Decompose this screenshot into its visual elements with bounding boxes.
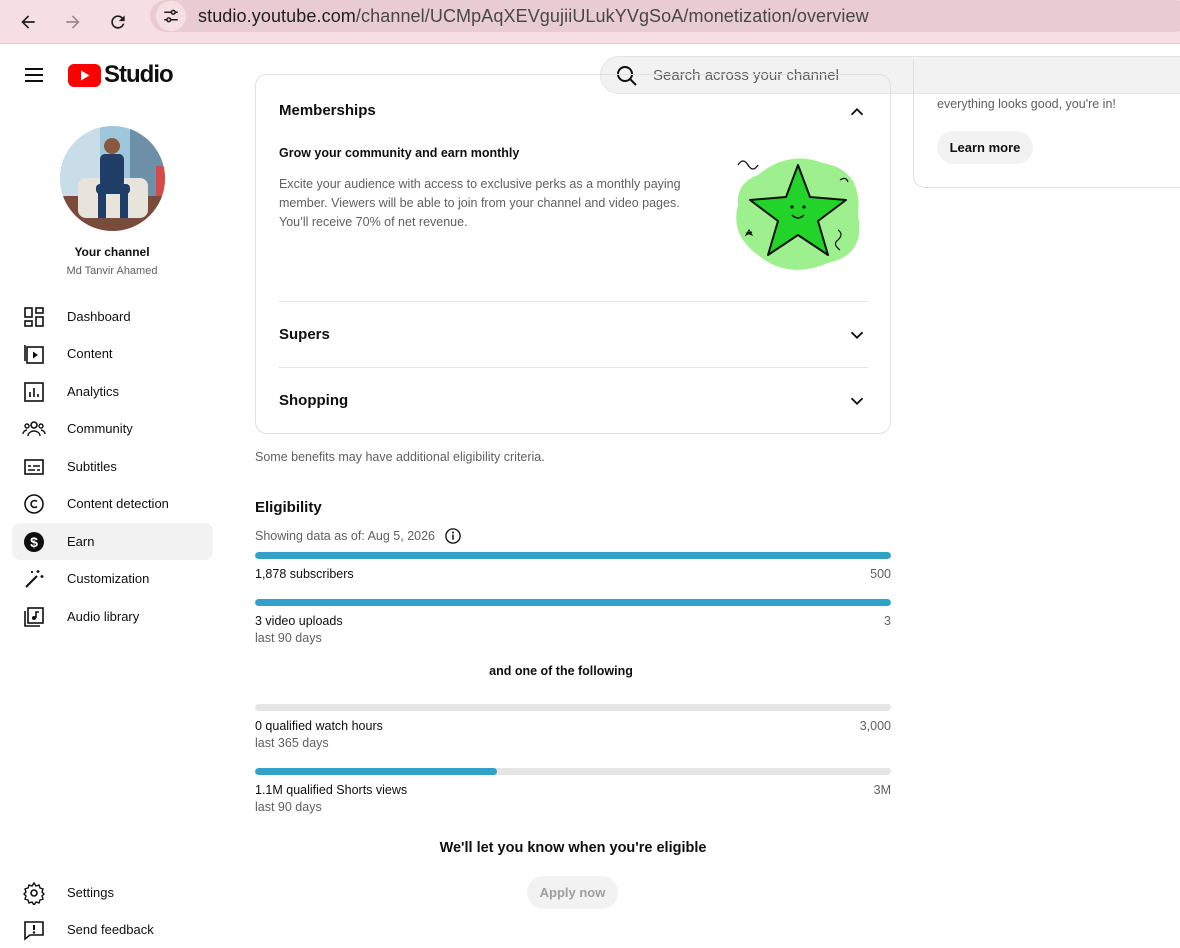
- memberships-description: Excite your audience with access to excl…: [279, 177, 681, 229]
- chevron-down-icon[interactable]: [846, 390, 868, 412]
- supers-title[interactable]: Supers: [279, 326, 330, 343]
- sidebar-item-community[interactable]: Community: [12, 410, 213, 447]
- svg-text:$: $: [30, 534, 38, 550]
- uploads-target: 3: [884, 614, 891, 628]
- sidebar-item-settings[interactable]: Settings: [12, 874, 213, 911]
- shorts-views-period: last 90 days: [255, 800, 322, 814]
- sidebar-item-subtitles[interactable]: Subtitles: [12, 448, 213, 485]
- eligibility-note: Some benefits may have additional eligib…: [255, 450, 545, 464]
- divider: [279, 367, 868, 368]
- memberships-title[interactable]: Memberships: [279, 102, 376, 119]
- shopping-title[interactable]: Shopping: [279, 392, 348, 409]
- browser-toolbar: studio.youtube.com/channel/UCMpAqXEVguji…: [0, 0, 1180, 44]
- memberships-subtitle: Grow your community and earn monthly: [279, 146, 520, 160]
- gear-icon: [23, 881, 45, 905]
- subscribers-progress: [255, 552, 891, 559]
- eligibility-title: Eligibility: [255, 499, 322, 516]
- or-requirement-text: and one of the following: [489, 664, 633, 678]
- progress-fill: [255, 599, 891, 606]
- dashboard-icon: [24, 307, 44, 327]
- info-side-card: everything looks good, you're in! Learn …: [913, 60, 1180, 188]
- chevron-down-icon[interactable]: [846, 324, 868, 346]
- community-icon: [22, 421, 46, 437]
- analytics-icon: [24, 382, 44, 402]
- sidebar-item-send-feedback[interactable]: Send feedback: [12, 911, 213, 948]
- sidebar-item-earn[interactable]: $ Earn: [12, 523, 213, 560]
- sidebar-item-content[interactable]: Content: [12, 335, 213, 372]
- content-icon: [24, 345, 44, 364]
- subtitles-icon: [24, 459, 44, 475]
- hamburger-icon: [25, 68, 43, 82]
- sidebar: Your channel Md Tanvir Ahamed Dashboard …: [0, 104, 225, 948]
- chevron-up-icon[interactable]: [846, 101, 868, 123]
- watch-hours-period: last 365 days: [255, 736, 329, 750]
- learn-more-button[interactable]: Learn more: [937, 131, 1033, 164]
- info-text: everything looks good, you're in!: [937, 97, 1116, 111]
- dollar-icon: $: [24, 532, 44, 552]
- feedback-icon: [24, 921, 44, 941]
- shorts-views-label: 1.1M qualified Shorts views: [255, 783, 408, 797]
- arrow-left-icon: [21, 15, 35, 29]
- subscribers-label: 1,878 subscribers: [255, 567, 354, 581]
- avatar[interactable]: [60, 126, 165, 231]
- audio-library-icon: [24, 607, 44, 627]
- watch-hours-progress: [255, 704, 891, 711]
- watch-hours-label: 0 qualified watch hours: [255, 719, 383, 733]
- magic-wand-icon: [25, 570, 44, 588]
- data-as-of: Showing data as of: Aug 5, 2026: [255, 527, 462, 545]
- sidebar-item-dashboard[interactable]: Dashboard: [12, 298, 213, 335]
- studio-logo[interactable]: Studio: [68, 61, 174, 89]
- uploads-label: 3 video uploads: [255, 614, 343, 628]
- forward-button[interactable]: [57, 6, 89, 38]
- benefits-card: Memberships Grow your community and earn…: [255, 74, 891, 434]
- watch-hours-target: 3,000: [859, 719, 891, 733]
- shorts-views-progress: [255, 768, 891, 775]
- progress-fill: [255, 768, 497, 775]
- uploads-progress: [255, 599, 891, 606]
- eligibility-notify-text: We'll let you know when you're eligible: [439, 840, 707, 856]
- copyright-icon: [24, 494, 44, 514]
- divider: [279, 301, 868, 302]
- site-info-icon[interactable]: [156, 1, 186, 31]
- sidebar-item-customization[interactable]: Customization: [12, 560, 213, 597]
- sidebar-item-content-detection[interactable]: Content detection: [12, 485, 213, 522]
- youtube-play-icon: [68, 63, 101, 87]
- info-icon[interactable]: [444, 527, 462, 545]
- uploads-period: last 90 days: [255, 631, 322, 645]
- reload-button[interactable]: [102, 6, 134, 38]
- progress-fill: [255, 552, 891, 559]
- channel-name: Md Tanvir Ahamed: [66, 265, 158, 277]
- arrow-right-icon: [66, 15, 80, 29]
- subscribers-target: 500: [870, 567, 891, 581]
- channel-title: Your channel: [74, 245, 150, 259]
- reload-icon: [111, 15, 125, 29]
- sidebar-item-audio-library[interactable]: Audio library: [12, 598, 213, 635]
- back-button[interactable]: [12, 6, 44, 38]
- url-text[interactable]: studio.youtube.com/channel/UCMpAqXEVguji…: [198, 6, 869, 27]
- sidebar-item-analytics[interactable]: Analytics: [12, 373, 213, 410]
- shorts-views-target: 3M: [873, 783, 891, 797]
- menu-button[interactable]: [20, 60, 50, 90]
- apply-now-button[interactable]: Apply now: [527, 876, 618, 909]
- star-illustration: [736, 158, 860, 270]
